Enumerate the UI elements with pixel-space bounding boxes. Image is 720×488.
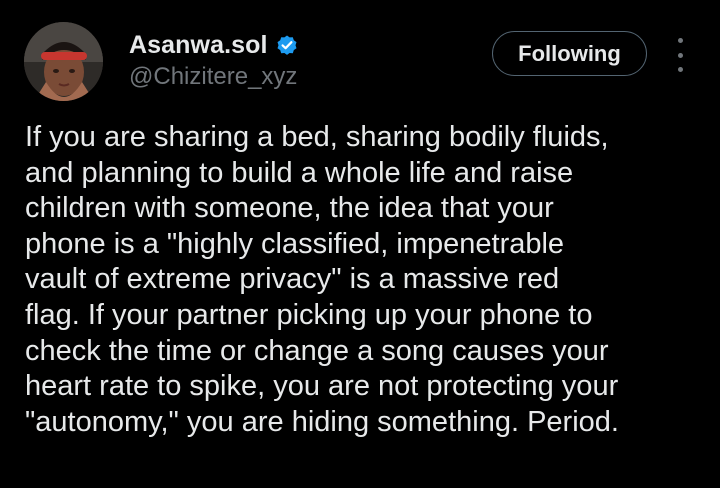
tweet-text-line: phone is a "highly classified, impenetra… (25, 227, 565, 260)
display-name[interactable]: Asanwa.sol (129, 31, 268, 60)
tweet-text-line: children with someone, the idea that you… (25, 192, 554, 225)
verified-badge-icon (275, 33, 299, 57)
tweet-text-line: check the time or change a song causes y… (25, 334, 609, 367)
user-handle[interactable]: @Chizitere_xyz (129, 62, 299, 92)
more-options-icon[interactable] (668, 38, 692, 72)
tweet-text-line: "autonomy," you are hiding something. Pe… (25, 405, 619, 438)
following-button[interactable]: Following (492, 31, 647, 76)
tweet-text-line: If you are sharing a bed, sharing bodily… (25, 121, 609, 153)
dot (677, 38, 683, 43)
avatar[interactable] (24, 22, 103, 101)
tweet-text-line: heart rate to spike, you are not protect… (25, 370, 619, 403)
tweet-text-line: vault of extreme privacy" is a massive r… (25, 263, 560, 296)
user-info: Asanwa.sol @Chizitere_xyz (129, 28, 299, 92)
tweet-text-line: flag. If your partner picking up your ph… (25, 298, 593, 331)
dot (677, 67, 683, 72)
tweet: Asanwa.sol @Chizitere_xyz Following If y… (0, 0, 720, 488)
dot (677, 52, 683, 58)
avatar-image (24, 22, 103, 101)
tweet-text: If you are sharing a bed, sharing bodily… (25, 120, 715, 440)
name-row: Asanwa.sol (129, 28, 299, 62)
tweet-text-line: and planning to build a whole life and r… (25, 156, 574, 189)
